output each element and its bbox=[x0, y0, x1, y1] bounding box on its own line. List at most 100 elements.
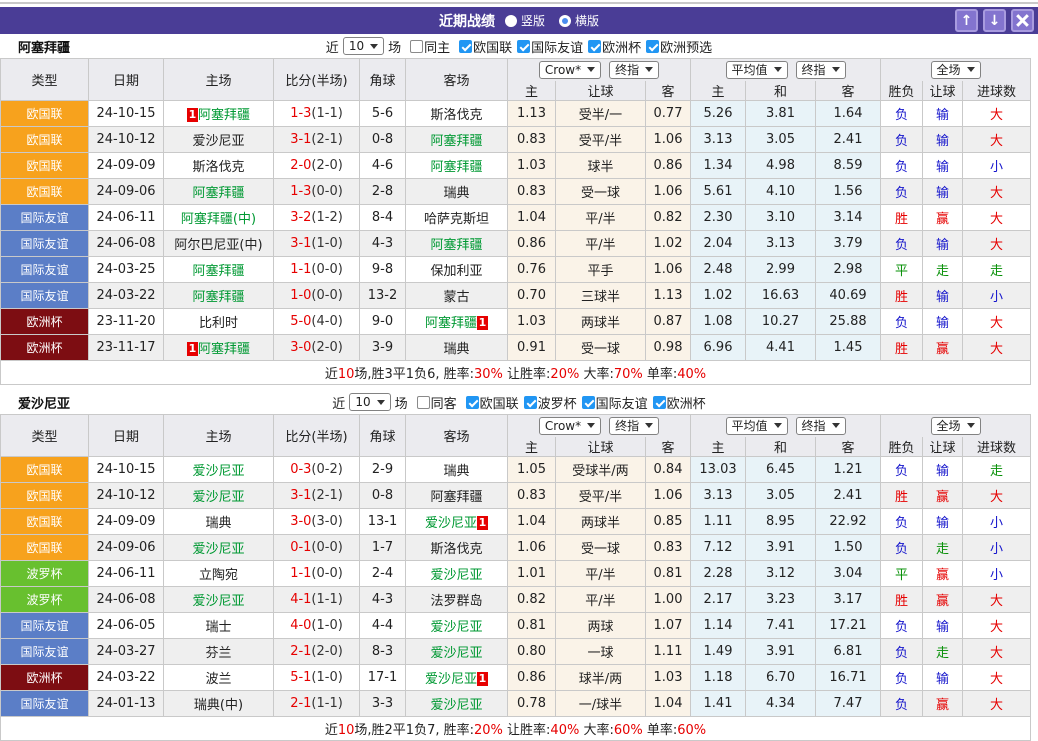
league-checkbox[interactable] bbox=[524, 396, 537, 409]
same-venue-checkbox[interactable] bbox=[410, 40, 423, 53]
league-checkbox[interactable] bbox=[517, 40, 530, 53]
odds-stage-select-2[interactable]: 终指 bbox=[796, 417, 846, 435]
fulltime-select[interactable]: 全场 bbox=[931, 417, 981, 435]
bookmaker-select[interactable]: Crow* bbox=[539, 61, 601, 79]
handicap-result-cell: 输 bbox=[923, 153, 963, 179]
radio-selected-icon[interactable] bbox=[559, 15, 571, 27]
odds-value: 受半/一 bbox=[579, 108, 622, 123]
team-name: 爱沙尼亚 bbox=[18, 393, 70, 412]
handicap-away-odds-cell: 0.84 bbox=[646, 457, 691, 483]
average-select[interactable]: 平均值 bbox=[726, 61, 788, 79]
result-text: 负 bbox=[895, 108, 908, 123]
league-type-label: 欧国联 bbox=[26, 515, 62, 529]
avg-draw-odds-cell: 16.63 bbox=[746, 283, 816, 309]
move-up-button[interactable]: ↑ bbox=[955, 9, 978, 32]
odds-stage-select-2[interactable]: 终指 bbox=[796, 61, 846, 79]
odds-value: 5.26 bbox=[704, 106, 733, 121]
bookmaker-select[interactable]: Crow* bbox=[539, 417, 601, 435]
handicap-away-odds-cell: 0.83 bbox=[646, 535, 691, 561]
move-down-button[interactable]: ↓ bbox=[983, 9, 1006, 32]
layout-option-horizontal[interactable]: 横版 bbox=[559, 12, 599, 29]
match-count-select[interactable]: 10 bbox=[349, 393, 390, 411]
league-type-cell: 国际友谊 bbox=[1, 257, 89, 283]
result-cell: 负 bbox=[881, 509, 923, 535]
same-venue-filter[interactable]: 同客 bbox=[417, 393, 457, 412]
corner-cell: 13-1 bbox=[360, 509, 406, 535]
odds-stage-select[interactable]: 终指 bbox=[609, 61, 659, 79]
odds-value: 0.83 bbox=[517, 132, 546, 147]
league-filter[interactable]: 国际友谊 bbox=[582, 393, 648, 412]
league-checkbox[interactable] bbox=[466, 396, 479, 409]
avg-away-odds-cell: 3.04 bbox=[816, 561, 881, 587]
league-filter[interactable]: 国际友谊 bbox=[517, 37, 583, 56]
league-type-cell: 欧国联 bbox=[1, 179, 89, 205]
league-filter[interactable]: 欧洲预选 bbox=[646, 37, 712, 56]
home-team-cell: 1阿塞拜疆 bbox=[164, 101, 274, 127]
layout-option-vertical[interactable]: 竖版 bbox=[505, 12, 545, 29]
match-date: 24-06-08 bbox=[96, 236, 155, 251]
team-name-text: 爱沙尼亚 bbox=[430, 698, 482, 713]
match-row: 国际友谊24-06-05瑞士4-0(1-0)4-4爱沙尼亚0.81两球1.071… bbox=[1, 613, 1031, 639]
handicap-line-cell: 球半 bbox=[556, 153, 646, 179]
sub-col-handicap: 让球 bbox=[556, 437, 646, 457]
fulltime-score: 4-1 bbox=[290, 592, 311, 607]
col-date: 日期 bbox=[89, 59, 164, 101]
odds-value: 1.02 bbox=[654, 236, 683, 251]
league-filters: 欧国联国际友谊欧洲杯欧洲预选 bbox=[454, 37, 712, 56]
corner-count: 17-1 bbox=[368, 670, 398, 685]
handicap-home-odds-cell: 0.76 bbox=[508, 257, 556, 283]
corner-cell: 2-9 bbox=[360, 457, 406, 483]
handicap-home-odds-cell: 1.03 bbox=[508, 309, 556, 335]
handicap-result-cell: 输 bbox=[923, 457, 963, 483]
league-checkbox[interactable] bbox=[459, 40, 472, 53]
league-type-label: 欧国联 bbox=[26, 159, 62, 173]
league-filter[interactable]: 欧洲杯 bbox=[653, 393, 706, 412]
avg-home-odds-cell: 2.17 bbox=[691, 587, 746, 613]
halftime-score: (0-2) bbox=[311, 462, 342, 477]
handicap-result-cell: 赢 bbox=[923, 483, 963, 509]
goals-result-cell: 大 bbox=[963, 127, 1031, 153]
radio-unselected-icon[interactable] bbox=[505, 15, 517, 27]
league-checkbox[interactable] bbox=[588, 40, 601, 53]
col-corner: 角球 bbox=[360, 59, 406, 101]
league-filter[interactable]: 欧国联 bbox=[466, 393, 519, 412]
avg-away-odds-cell: 1.45 bbox=[816, 335, 881, 361]
odds-value: 0.83 bbox=[517, 488, 546, 503]
odds-value: 1.41 bbox=[704, 696, 733, 711]
col-date: 日期 bbox=[89, 415, 164, 457]
match-row: 欧国联24-10-15爱沙尼亚0-3(0-2)2-9瑞典1.05受球半/两0.8… bbox=[1, 457, 1031, 483]
average-select[interactable]: 平均值 bbox=[726, 417, 788, 435]
odds-value: 3.13 bbox=[704, 488, 733, 503]
team-name-text: 爱沙尼亚 bbox=[192, 464, 244, 479]
odds-stage-select[interactable]: 终指 bbox=[609, 417, 659, 435]
same-venue-checkbox[interactable] bbox=[417, 396, 430, 409]
match-count-select[interactable]: 10 bbox=[343, 37, 384, 55]
league-type-cell: 国际友谊 bbox=[1, 205, 89, 231]
result-text: 大 bbox=[990, 238, 1003, 253]
result-text: 小 bbox=[990, 290, 1003, 305]
away-team-cell: 哈萨克斯坦 bbox=[406, 205, 508, 231]
halftime-score: (1-0) bbox=[311, 618, 342, 633]
league-filter[interactable]: 欧洲杯 bbox=[588, 37, 641, 56]
sub-col-avg-draw: 和 bbox=[746, 437, 816, 457]
league-checkbox[interactable] bbox=[653, 396, 666, 409]
fulltime-select[interactable]: 全场 bbox=[931, 61, 981, 79]
league-checkbox[interactable] bbox=[582, 396, 595, 409]
col-home: 主场 bbox=[164, 59, 274, 101]
same-venue-filter[interactable]: 同主 bbox=[410, 37, 450, 56]
away-team-cell: 爱沙尼亚 bbox=[406, 561, 508, 587]
league-checkbox[interactable] bbox=[646, 40, 659, 53]
avg-home-odds-cell: 2.30 bbox=[691, 205, 746, 231]
close-button[interactable] bbox=[1011, 9, 1034, 32]
avg-away-odds-cell: 3.79 bbox=[816, 231, 881, 257]
handicap-result-cell: 赢 bbox=[923, 335, 963, 361]
col-away: 客场 bbox=[406, 59, 508, 101]
league-filter[interactable]: 欧国联 bbox=[459, 37, 512, 56]
result-text: 负 bbox=[895, 698, 908, 713]
halftime-score: (0-0) bbox=[311, 288, 342, 303]
odds-value: 0.87 bbox=[654, 314, 683, 329]
league-filter[interactable]: 波罗杯 bbox=[524, 393, 577, 412]
odds-value: 1.00 bbox=[654, 592, 683, 607]
odds-value: 3.10 bbox=[766, 210, 795, 225]
handicap-home-odds-cell: 1.04 bbox=[508, 205, 556, 231]
